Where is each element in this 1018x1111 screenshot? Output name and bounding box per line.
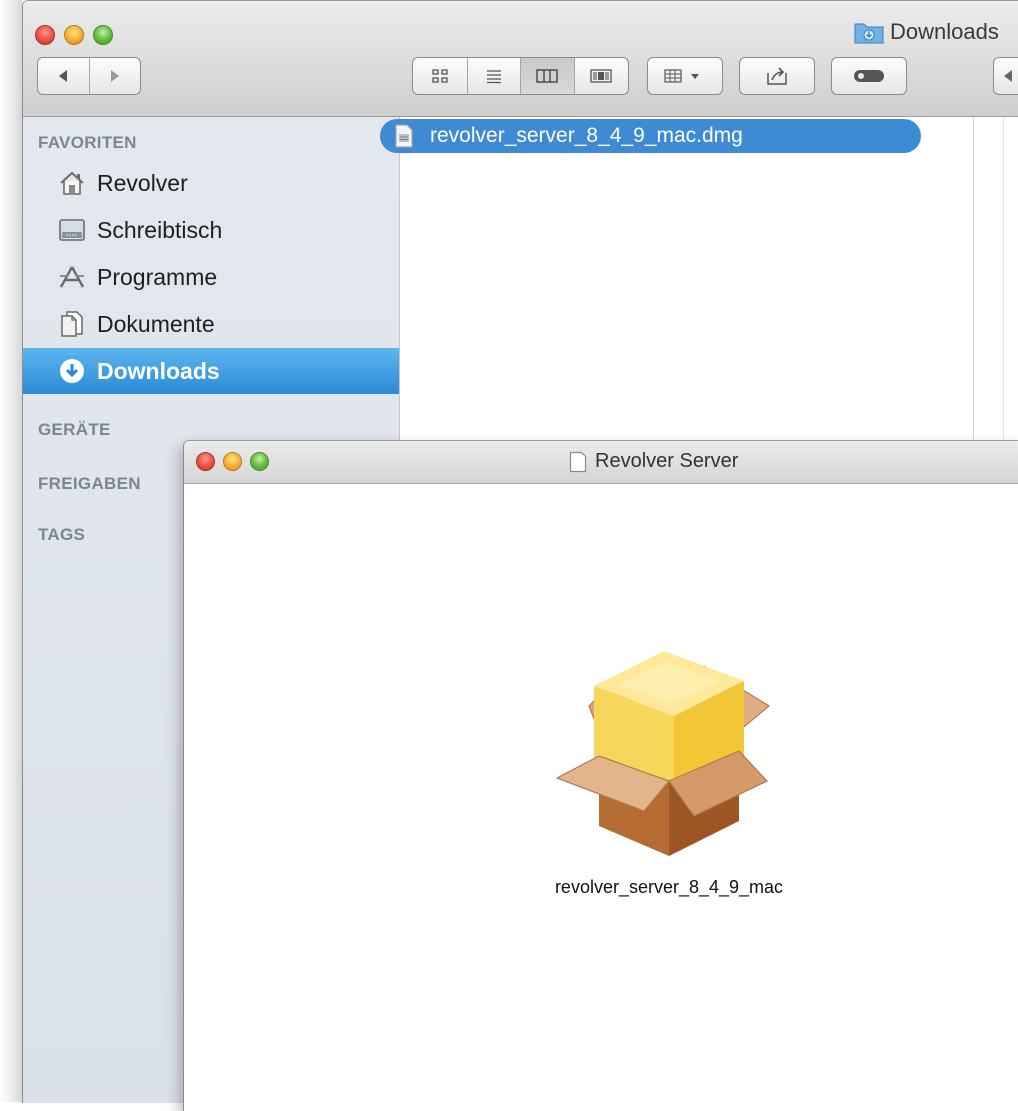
back-button[interactable] xyxy=(38,58,89,94)
sidebar-item-programme[interactable]: Programme xyxy=(23,254,399,300)
package-window-titlebar: Revolver Server xyxy=(184,441,1018,484)
minimize-button[interactable] xyxy=(223,452,242,471)
desktop-icon xyxy=(57,215,87,245)
sidebar-item-label: Revolver xyxy=(97,169,188,196)
zoom-button[interactable] xyxy=(93,25,113,45)
arrange-icon xyxy=(664,69,699,83)
path-button[interactable] xyxy=(993,57,1018,95)
window-shadow xyxy=(0,0,22,1102)
coverflow-view-icon xyxy=(590,69,612,83)
sidebar-item-schreibtisch[interactable]: Schreibtisch xyxy=(23,207,399,253)
zoom-button[interactable] xyxy=(250,452,269,471)
back-arrow-icon xyxy=(59,70,68,82)
window-title-text: Revolver Server xyxy=(595,450,739,472)
icon-view-button[interactable] xyxy=(413,58,467,94)
arrange-button[interactable] xyxy=(647,57,723,95)
window-controls xyxy=(196,452,269,471)
close-button[interactable] xyxy=(196,452,215,471)
window-title: Revolver Server xyxy=(569,450,738,473)
window-title: Downloads xyxy=(854,19,999,45)
tag-button[interactable] xyxy=(831,57,907,95)
column-view-icon xyxy=(536,69,558,83)
file-item-selected[interactable]: revolver_server_8_4_9_mac.dmg xyxy=(380,119,921,153)
list-view-button[interactable] xyxy=(466,58,521,94)
back-forward-control xyxy=(37,57,141,95)
sidebar-item-label: Programme xyxy=(97,263,218,290)
forward-button[interactable] xyxy=(88,58,140,94)
window-title-text: Downloads xyxy=(890,19,999,44)
forward-arrow-icon xyxy=(110,70,119,82)
list-view-icon xyxy=(486,70,501,84)
package-label[interactable]: revolver_server_8_4_9_mac xyxy=(509,875,829,900)
sidebar-header-shared[interactable]: FREIGABEN xyxy=(38,474,141,494)
downloads-icon xyxy=(57,356,87,386)
minimize-button[interactable] xyxy=(64,25,84,45)
window-controls xyxy=(35,25,113,45)
package-icon[interactable] xyxy=(549,646,779,861)
sidebar-item-label: Downloads xyxy=(97,357,220,384)
finder-toolbar: Downloads xyxy=(23,1,1018,117)
tag-toggle-icon xyxy=(854,70,884,82)
sidebar-header-favorites: FAVORITEN xyxy=(38,133,137,152)
home-icon xyxy=(57,168,87,198)
sidebar-header-tags[interactable]: TAGS xyxy=(38,525,85,545)
back-arrow-icon xyxy=(1004,70,1012,82)
share-icon xyxy=(767,67,787,85)
sidebar-item-downloads[interactable]: Downloads xyxy=(23,348,399,394)
close-button[interactable] xyxy=(35,25,55,45)
documents-icon xyxy=(57,309,87,339)
disk-image-file-icon xyxy=(395,124,413,148)
sidebar-item-label: Schreibtisch xyxy=(97,216,223,243)
downloads-folder-icon xyxy=(854,23,884,44)
package-window: Revolver Server revolver_server_8_4_9_ma… xyxy=(183,440,1018,1111)
document-icon xyxy=(569,451,587,472)
file-name: revolver_server_8_4_9_mac.dmg xyxy=(430,124,743,147)
icon-view-icon xyxy=(432,69,448,83)
share-button[interactable] xyxy=(739,57,815,95)
view-mode-control xyxy=(412,57,629,95)
applications-icon xyxy=(57,262,87,292)
column-view-button[interactable] xyxy=(520,58,574,94)
coverflow-view-button[interactable] xyxy=(573,58,629,94)
sidebar-item-dokumente[interactable]: Dokumente xyxy=(23,301,399,347)
sidebar-header-devices[interactable]: GERÄTE xyxy=(38,420,111,440)
sidebar-item-label: Dokumente xyxy=(97,310,215,337)
sidebar-item-revolver[interactable]: Revolver xyxy=(23,160,399,206)
